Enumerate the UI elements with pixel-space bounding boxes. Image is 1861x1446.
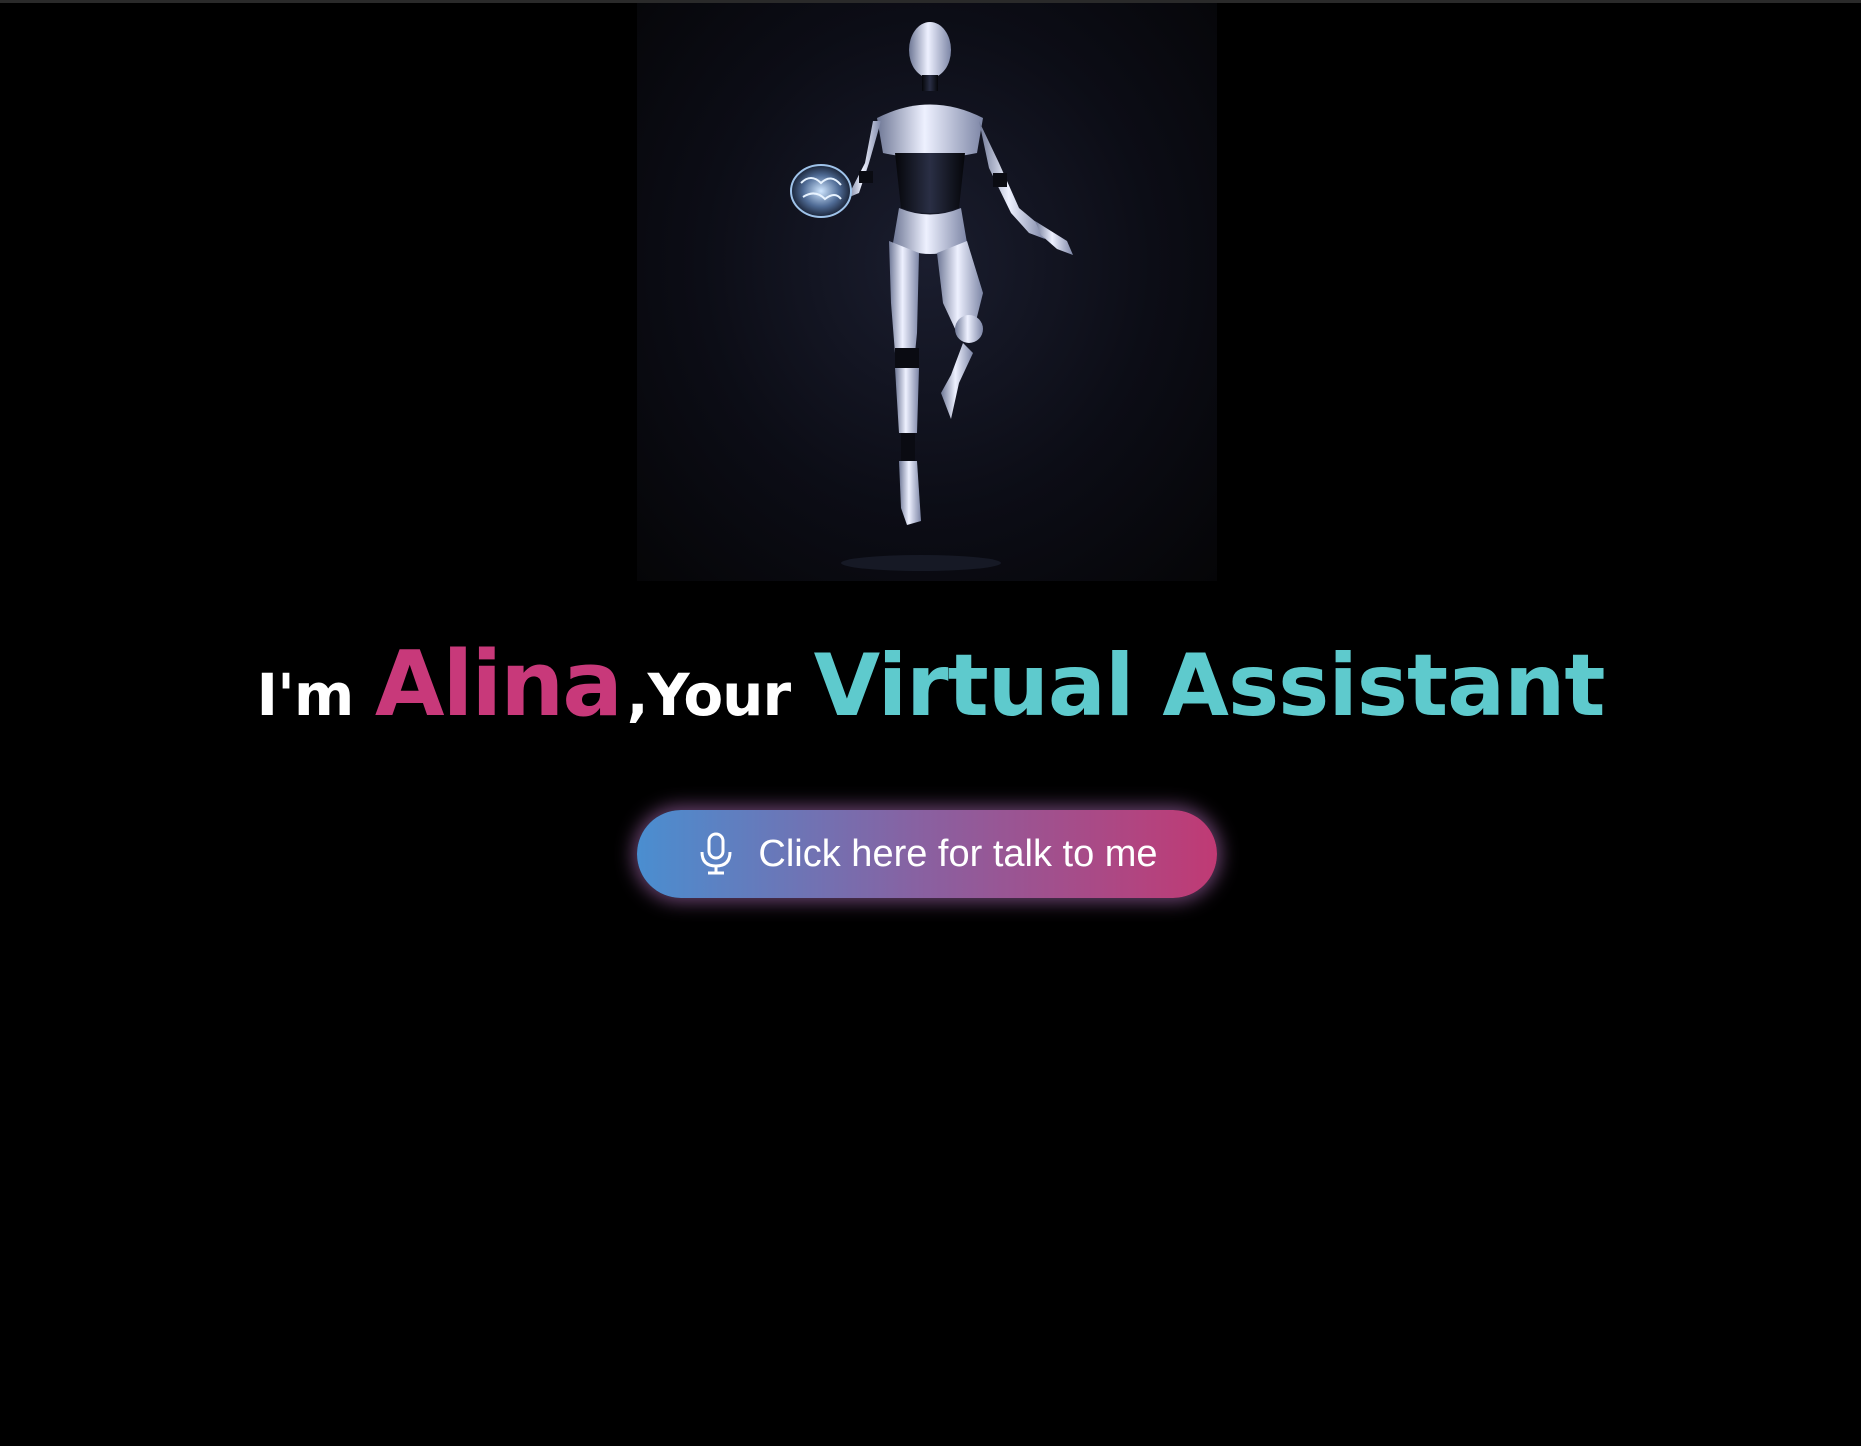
headline-separator: ,Your bbox=[626, 661, 791, 729]
microphone-icon bbox=[696, 832, 736, 876]
robot-illustration bbox=[790, 22, 1073, 571]
talk-button-label: Click here for talk to me bbox=[758, 833, 1158, 875]
talk-to-me-button[interactable]: Click here for talk to me bbox=[637, 810, 1217, 898]
assistant-role: Virtual Assistant bbox=[813, 636, 1606, 736]
headline-prefix: I'm bbox=[256, 661, 355, 729]
assistant-name: Alina bbox=[374, 632, 623, 737]
robot-hero-image bbox=[637, 3, 1217, 581]
page-headline: I'm Alina ,Your Virtual Assistant bbox=[0, 640, 1861, 730]
